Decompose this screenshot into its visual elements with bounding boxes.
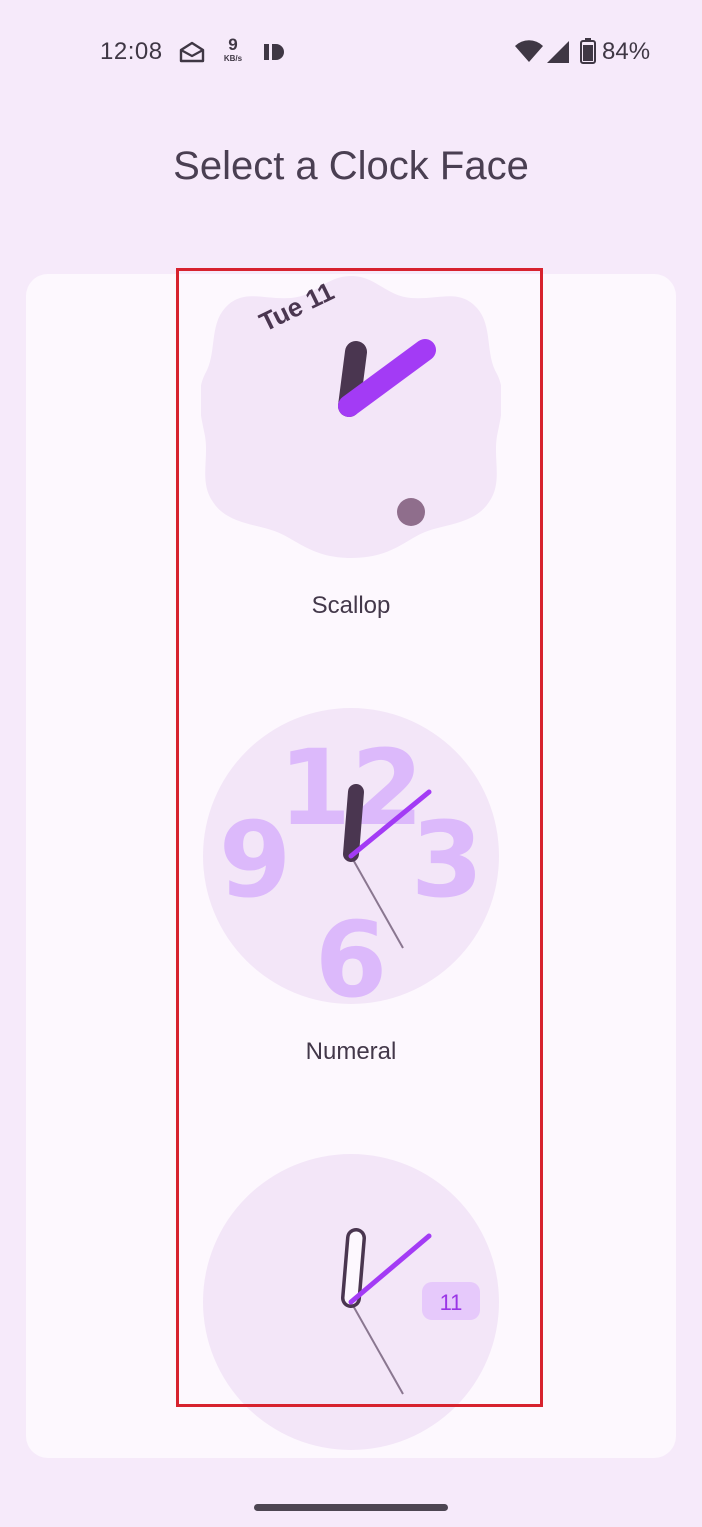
hour-hand [343,784,364,862]
hour-hand-inner [344,1231,363,1305]
page-title: Select a Clock Face [173,144,529,188]
clock-face-option-scallop[interactable]: Tue 11 Scallop [176,274,526,634]
clock-face-option-numeral[interactable]: 12 3 6 9 Numeral [176,706,526,1086]
gesture-navigation-handle[interactable] [254,1504,448,1511]
cellular-signal-icon [545,40,571,69]
clock-face-list[interactable]: Tue 11 Scallop 12 3 6 9 Numeral 11 [26,274,676,1458]
date-clock-preview: 11 [203,1154,499,1450]
numeral-9: 9 [219,799,291,921]
battery-percent: 84% [602,38,651,65]
clock-face-option-date[interactable]: 11 [176,1152,526,1452]
scallop-face-shape [201,276,501,558]
status-time: 12:08 [100,38,163,65]
numeral-6: 6 [315,899,387,1006]
status-bar: 12:08 9 KB/s 84% [0,0,702,100]
numeral-clock-preview: 12 3 6 9 [203,708,499,1006]
network-speed: 9 KB/s [218,36,248,63]
date-badge-text: 11 [440,1290,463,1315]
scallop-clock-preview: Tue 11 [201,276,501,558]
clock-face-label-scallop: Scallop [311,592,391,619]
wifi-icon [514,40,544,69]
numeral-3: 3 [411,799,483,921]
network-speed-value: 9 [228,35,238,54]
email-notification-icon [178,40,206,69]
second-indicator-dot [397,498,425,526]
app-notification-icon [263,42,285,67]
network-speed-unit: KB/s [223,54,243,63]
battery-icon [580,38,596,69]
clock-face-label-numeral: Numeral [305,1038,397,1065]
